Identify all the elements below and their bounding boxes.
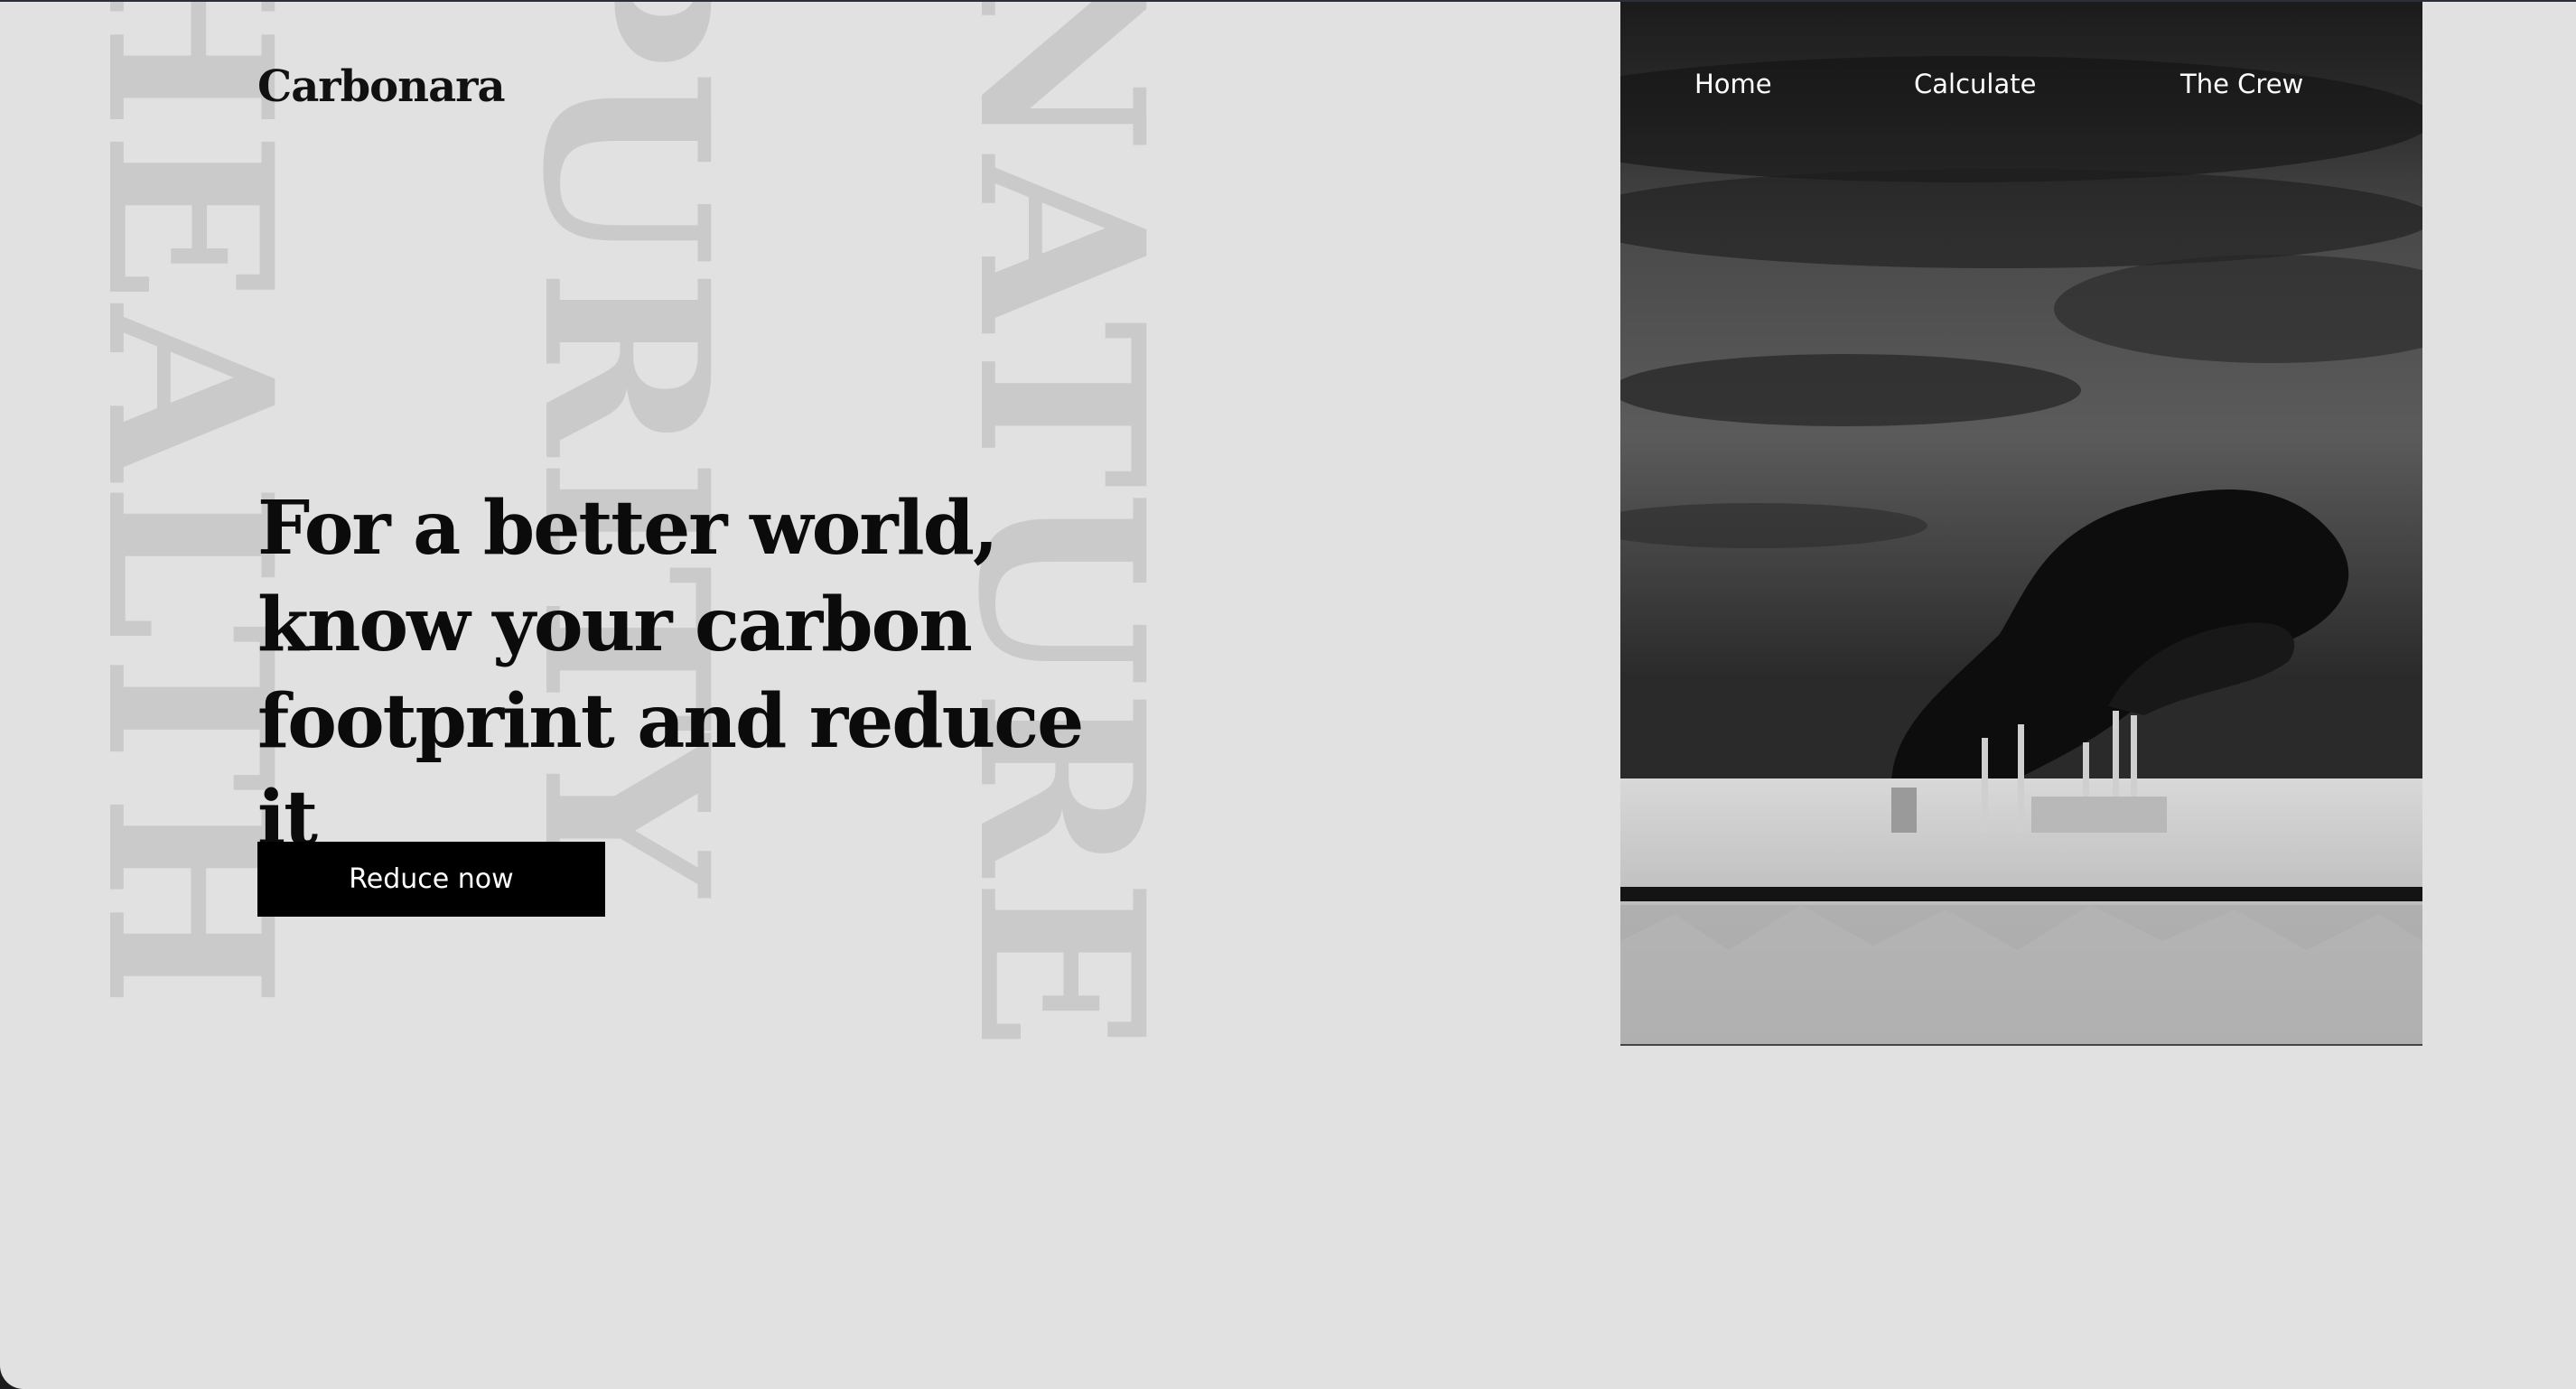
nav-home-link[interactable]: Home <box>1694 69 1772 99</box>
nav-calculate-link[interactable]: Calculate <box>1914 69 2036 99</box>
reduce-now-button[interactable]: Reduce now <box>257 842 605 917</box>
hero-image-factory <box>1620 2 2422 1046</box>
main-nav: Home Calculate The Crew <box>1620 69 2422 105</box>
landing-page: HEALTH PURITY NATURE Carbonara For a bet… <box>0 0 2576 1389</box>
hero-headline: For a better world, know your carbon foo… <box>257 485 1084 862</box>
nav-the-crew-link[interactable]: The Crew <box>2180 69 2303 99</box>
brand-logo[interactable]: Carbonara <box>257 61 506 112</box>
